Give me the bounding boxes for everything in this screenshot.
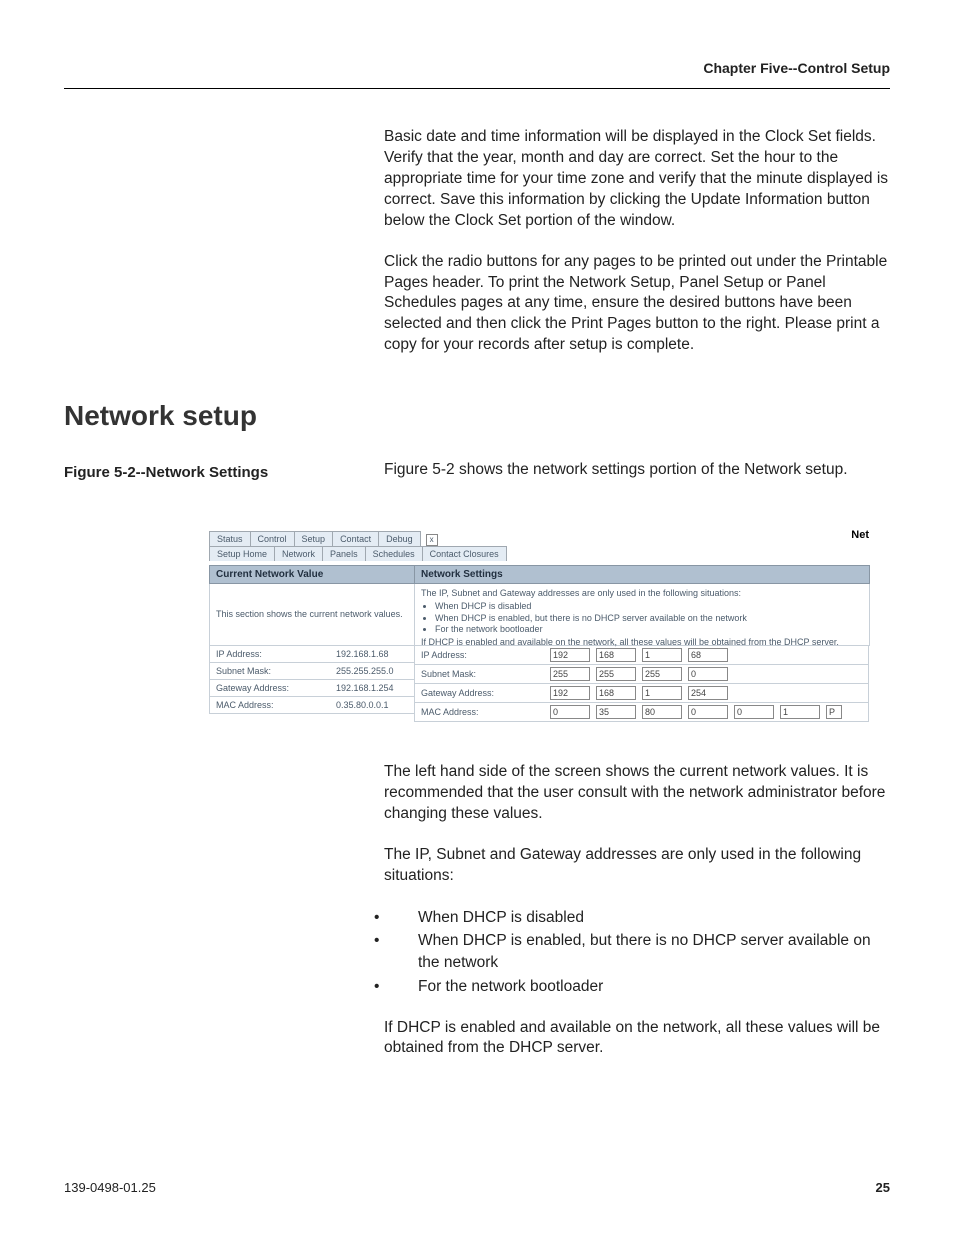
gw-octet-4[interactable]: 254 [688,686,728,700]
network-settings-header: Network Settings [414,565,870,584]
current-network-desc: This section shows the current network v… [209,584,415,646]
setting-gw-row: Gateway Address: 192 168 1 254 [414,684,869,703]
setting-mask-row: Subnet Mask: 255 255 255 0 [414,665,869,684]
chapter-header: Chapter Five--Control Setup [64,60,890,76]
main-tab-bar: Status Control Setup Contact Debug x [209,531,438,546]
current-ip-row: IP Address: 192.168.1.68 [209,646,415,663]
current-gw-row: Gateway Address: 192.168.1.254 [209,680,415,697]
mask-octet-3[interactable]: 255 [642,667,682,681]
mac-octet-6[interactable]: 1 [780,705,820,719]
footer-docnum: 139-0498-01.25 [64,1180,156,1195]
body-bullet: When DHCP is disabled [386,907,890,929]
body-paragraph: The IP, Subnet and Gateway addresses are… [384,845,890,887]
desc-bullet: For the network bootloader [435,624,863,635]
mac-extra[interactable]: P [826,705,842,719]
ip-octet-3[interactable]: 1 [642,648,682,662]
tab-control[interactable]: Control [250,531,295,546]
figure-caption: Figure 5-2--Network Settings [64,464,372,481]
label-gw: Gateway Address: [415,685,547,701]
tab-debug[interactable]: Debug [378,531,421,546]
desc-bullet: When DHCP is disabled [435,601,863,612]
body-bullet: When DHCP is enabled, but there is no DH… [386,930,890,973]
body-paragraph: Click the radio buttons for any pages to… [384,252,890,357]
ip-octet-1[interactable]: 192 [550,648,590,662]
ip-octet-4[interactable]: 68 [688,648,728,662]
footer-pagenum: 25 [876,1180,890,1195]
label-ip: IP Address: [210,646,330,662]
setting-mac-row: MAC Address: 0 35 80 0 0 1 P [414,703,869,722]
mask-octet-4[interactable]: 0 [688,667,728,681]
subtab-panels[interactable]: Panels [322,546,366,561]
gw-octet-3[interactable]: 1 [642,686,682,700]
label-mac: MAC Address: [415,704,547,720]
value-gw: 192.168.1.254 [330,680,414,696]
mac-octet-4[interactable]: 0 [688,705,728,719]
value-mac: 0.35.80.0.0.1 [330,697,414,713]
gw-octet-2[interactable]: 168 [596,686,636,700]
body-paragraph: The left hand side of the screen shows t… [384,762,890,825]
subtab-network[interactable]: Network [274,546,323,561]
setting-ip-row: IP Address: 192 168 1 68 [414,646,869,665]
tab-setup[interactable]: Setup [294,531,334,546]
ip-octet-2[interactable]: 168 [596,648,636,662]
desc-intro: The IP, Subnet and Gateway addresses are… [421,588,741,598]
panel-title: Net [851,529,869,541]
figure-network-settings: Status Control Setup Contact Debug x Net… [209,531,869,722]
label-mac: MAC Address: [210,697,330,713]
close-icon[interactable]: x [426,534,438,546]
header-rule [64,88,890,89]
sub-tab-bar: Setup Home Network Panels Schedules Cont… [209,546,869,561]
body-paragraph: Basic date and time information will be … [384,127,890,232]
label-ip: IP Address: [415,647,547,663]
tab-contact[interactable]: Contact [332,531,379,546]
body-paragraph: If DHCP is enabled and available on the … [384,1018,890,1060]
tab-status[interactable]: Status [209,531,251,546]
network-settings-desc: The IP, Subnet and Gateway addresses are… [414,584,870,646]
desc-outro: If DHCP is enabled and available on the … [421,637,839,647]
label-gw: Gateway Address: [210,680,330,696]
mac-octet-1[interactable]: 0 [550,705,590,719]
label-mask: Subnet Mask: [210,663,330,679]
subtab-schedules[interactable]: Schedules [365,546,423,561]
current-network-header: Current Network Value [209,565,415,584]
mask-octet-2[interactable]: 255 [596,667,636,681]
gw-octet-1[interactable]: 192 [550,686,590,700]
mac-octet-3[interactable]: 80 [642,705,682,719]
mask-octet-1[interactable]: 255 [550,667,590,681]
body-bullet-list: When DHCP is disabled When DHCP is enabl… [384,907,890,998]
figure-intro: Figure 5-2 shows the network settings po… [384,460,890,481]
mac-octet-2[interactable]: 35 [596,705,636,719]
subtab-setup-home[interactable]: Setup Home [209,546,275,561]
current-mac-row: MAC Address: 0.35.80.0.0.1 [209,697,415,714]
current-mask-row: Subnet Mask: 255.255.255.0 [209,663,415,680]
section-heading-network-setup: Network setup [64,400,890,432]
mac-octet-5[interactable]: 0 [734,705,774,719]
value-ip: 192.168.1.68 [330,646,414,662]
subtab-contact-closures[interactable]: Contact Closures [422,546,507,561]
desc-bullet: When DHCP is enabled, but there is no DH… [435,613,863,624]
value-mask: 255.255.255.0 [330,663,414,679]
label-mask: Subnet Mask: [415,666,547,682]
body-bullet: For the network bootloader [386,976,890,998]
